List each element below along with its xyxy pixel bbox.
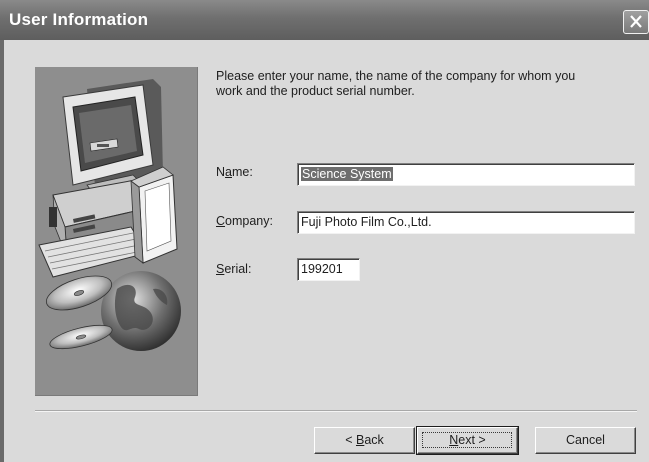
- next-button[interactable]: Next >: [416, 426, 519, 455]
- setup-dialog: User Information Please enter your name,…: [0, 0, 649, 462]
- setup-computer-illustration: [35, 67, 198, 396]
- name-label: Name:: [216, 165, 253, 179]
- close-icon: [624, 11, 648, 33]
- serial-value: 199201: [301, 262, 343, 276]
- instructions-line-2: work and the product serial number.: [216, 84, 415, 98]
- close-button[interactable]: [623, 10, 649, 34]
- window-title: User Information: [9, 10, 149, 29]
- company-field[interactable]: Fuji Photo Film Co.,Ltd.: [297, 211, 635, 234]
- name-field[interactable]: Science System: [297, 163, 635, 186]
- button-separator: [35, 410, 637, 412]
- instructions-text: Please enter your name, the name of the …: [216, 69, 641, 99]
- serial-label: Serial:: [216, 262, 252, 276]
- instructions-line-1: Please enter your name, the name of the …: [216, 69, 576, 83]
- cancel-button[interactable]: Cancel: [535, 427, 636, 454]
- company-value: Fuji Photo Film Co.,Ltd.: [301, 215, 432, 229]
- title-bar: User Information: [0, 0, 649, 40]
- name-value: Science System: [301, 167, 393, 181]
- serial-field[interactable]: 199201: [297, 258, 360, 281]
- company-label: Company:: [216, 214, 273, 228]
- back-button[interactable]: < Back: [314, 427, 415, 454]
